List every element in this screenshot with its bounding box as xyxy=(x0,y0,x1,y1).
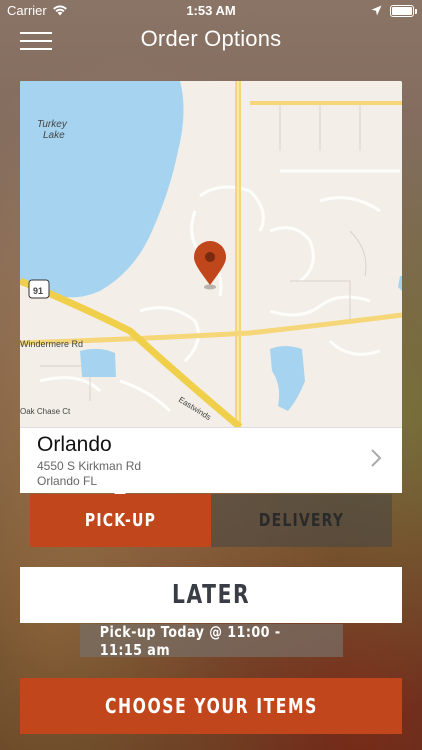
lake-label-line1: Turkey xyxy=(37,119,68,130)
battery-fill xyxy=(392,7,412,15)
location-selector[interactable]: Orlando 4550 S Kirkman Rd Orlando FL xyxy=(20,427,402,493)
lake-label-line2: Lake xyxy=(43,130,65,141)
battery-icon xyxy=(390,5,417,17)
map-view[interactable]: Turkey Lake Windermere Rd Oak Chase Ct E… xyxy=(20,81,402,427)
pickup-time-text: Pick-up Today @ 11:00 - 11:15 am xyxy=(99,622,281,659)
highway-shield-number: 91 xyxy=(33,286,43,296)
location-card: Turkey Lake Windermere Rd Oak Chase Ct E… xyxy=(20,81,402,499)
choose-items-label: CHOOSE YOUR ITEMS xyxy=(104,694,318,718)
clock: 1:53 AM xyxy=(186,3,236,18)
tab-pickup[interactable]: PICK-UP xyxy=(30,494,211,547)
page-title: Order Options xyxy=(140,26,282,51)
later-button-label: LATER xyxy=(171,580,251,610)
location-city: Orlando xyxy=(37,433,112,456)
pickup-time-badge: Pick-up Today @ 11:00 - 11:15 am xyxy=(80,622,343,659)
status-bar: Carrier 1:53 AM xyxy=(0,0,422,22)
tab-delivery-label: DELIVERY xyxy=(258,510,345,531)
oak-chase-label: Oak Chase Ct xyxy=(20,407,71,416)
windermere-road-label: Windermere Rd xyxy=(20,339,83,349)
location-address: 4550 S Kirkman Rd xyxy=(37,459,142,473)
later-button[interactable]: LATER xyxy=(20,567,402,623)
chevron-right-icon xyxy=(370,448,382,472)
location-city-state: Orlando FL xyxy=(37,474,98,488)
choose-items-button[interactable]: CHOOSE YOUR ITEMS xyxy=(20,678,402,734)
location-services-icon xyxy=(371,5,382,20)
tab-pickup-label: PICK-UP xyxy=(84,510,157,531)
order-type-tabs: PICK-UP DELIVERY xyxy=(30,494,392,547)
highway-shield-icon: 91 xyxy=(28,279,50,299)
tab-delivery[interactable]: DELIVERY xyxy=(211,494,392,547)
